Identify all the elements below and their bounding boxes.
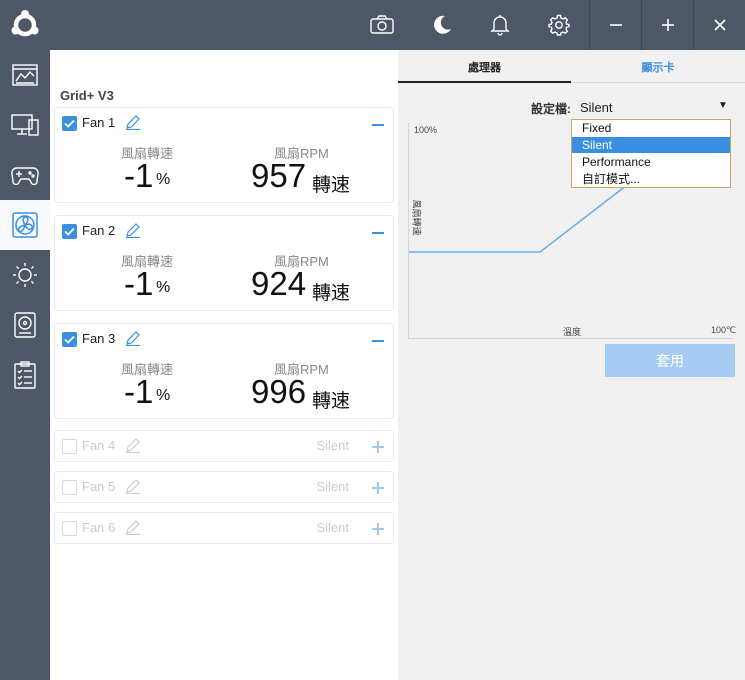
- fan-card-4: Fan 4 Silent: [54, 430, 394, 462]
- fan-4-mode: Silent: [316, 438, 349, 453]
- chevron-down-icon[interactable]: ▼: [718, 100, 728, 111]
- collapse-button[interactable]: [372, 340, 384, 342]
- minimize-button[interactable]: [590, 0, 642, 50]
- fan-card-6: Fan 6 Silent: [54, 512, 394, 544]
- fan-list-panel: Grid+ V3 Fan 1 風扇轉速 -1 % 風扇RPM 957 轉速 Fa…: [50, 50, 398, 680]
- collapse-button[interactable]: [372, 232, 384, 234]
- fan-rpm-value: 924: [251, 265, 307, 302]
- monitor-icon: [11, 114, 39, 136]
- sidebar: [0, 50, 50, 680]
- fan-5-checkbox[interactable]: [62, 480, 77, 495]
- plus-icon[interactable]: [377, 482, 379, 494]
- sidebar-item-storage[interactable]: [0, 300, 50, 350]
- profile-label: 設定檔:: [531, 102, 571, 116]
- fan-4-checkbox[interactable]: [62, 439, 77, 454]
- close-button[interactable]: [694, 0, 745, 50]
- fan-speed-unit: %: [156, 171, 171, 188]
- sidebar-item-dashboard[interactable]: [0, 50, 50, 100]
- fan-4-name: Fan 4: [82, 438, 116, 453]
- storage-icon: [14, 312, 36, 338]
- fan-speed-value: -1: [124, 157, 154, 194]
- tab-gpu[interactable]: 顯示卡: [571, 50, 745, 83]
- moon-icon[interactable]: [429, 12, 455, 38]
- fan-3-checkbox[interactable]: [62, 332, 77, 347]
- fan-card-1: Fan 1 風扇轉速 -1 % 風扇RPM 957 轉速: [54, 107, 394, 203]
- apply-button[interactable]: 套用: [605, 344, 735, 377]
- fan-rpm-unit: 轉速: [312, 391, 351, 412]
- fan-rpm-value: 957: [251, 157, 307, 194]
- dashboard-icon: [12, 64, 38, 86]
- bell-icon[interactable]: [487, 12, 513, 38]
- fan-2-checkbox[interactable]: [62, 224, 77, 239]
- fan-rpm-unit: 轉速: [312, 175, 351, 196]
- fan-rpm-value: 996: [251, 373, 307, 410]
- plus-icon[interactable]: [377, 441, 379, 453]
- app-logo-icon: [9, 9, 41, 41]
- fan-rpm-unit: 轉速: [312, 283, 351, 304]
- profile-option-performance[interactable]: Performance: [572, 154, 730, 170]
- plus-icon[interactable]: [377, 523, 379, 535]
- sidebar-item-lighting[interactable]: [0, 250, 50, 300]
- fan-3-name: Fan 3: [82, 331, 116, 346]
- sidebar-item-monitor[interactable]: [0, 100, 50, 150]
- fan-1-checkbox[interactable]: [62, 116, 77, 131]
- edit-icon[interactable]: [125, 478, 141, 495]
- fan-5-name: Fan 5: [82, 479, 116, 494]
- sidebar-item-gaming[interactable]: [0, 150, 50, 200]
- fan-speed-unit: %: [156, 387, 171, 404]
- profile-option-fixed[interactable]: Fixed: [572, 120, 730, 136]
- collapse-button[interactable]: [372, 124, 384, 126]
- fan-speed-value: -1: [124, 373, 154, 410]
- fan-6-name: Fan 6: [82, 520, 116, 535]
- fan-card-2: Fan 2 風扇轉速 -1 % 風扇RPM 924 轉速: [54, 215, 394, 311]
- edit-icon[interactable]: [125, 222, 141, 239]
- fan-speed-unit: %: [156, 279, 171, 296]
- profile-select[interactable]: Silent: [580, 100, 613, 115]
- edit-icon[interactable]: [125, 519, 141, 536]
- edit-icon[interactable]: [125, 114, 141, 131]
- camera-icon[interactable]: [369, 12, 395, 38]
- sidebar-item-fans[interactable]: [0, 200, 50, 250]
- fan-speed-value: -1: [124, 265, 154, 302]
- edit-icon[interactable]: [125, 437, 141, 454]
- fan-1-name: Fan 1: [82, 115, 116, 130]
- fan-card-3: Fan 3 風扇轉速 -1 % 風扇RPM 996 轉速: [54, 323, 394, 419]
- fan-card-5: Fan 5 Silent: [54, 471, 394, 503]
- fan-icon: [12, 212, 38, 238]
- tab-cpu[interactable]: 處理器: [398, 50, 571, 83]
- fan-2-name: Fan 2: [82, 223, 116, 238]
- profile-option-silent[interactable]: Silent: [572, 137, 730, 153]
- edit-icon[interactable]: [125, 330, 141, 347]
- brightness-icon: [13, 263, 37, 287]
- fan-6-mode: Silent: [316, 520, 349, 535]
- profile-dropdown-menu: Fixed Silent Performance 自訂模式...: [571, 119, 731, 188]
- gear-icon[interactable]: [546, 12, 572, 38]
- fan-6-checkbox[interactable]: [62, 521, 77, 536]
- maximize-button[interactable]: [642, 0, 694, 50]
- checklist-icon: [14, 361, 36, 389]
- fan-5-mode: Silent: [316, 479, 349, 494]
- profile-option-custom[interactable]: 自訂模式...: [572, 171, 730, 187]
- sidebar-item-checklist[interactable]: [0, 350, 50, 400]
- device-title: Grid+ V3: [60, 88, 114, 103]
- title-bar: [0, 0, 745, 50]
- tab-active-indicator: [398, 81, 571, 83]
- gamepad-icon: [11, 167, 39, 185]
